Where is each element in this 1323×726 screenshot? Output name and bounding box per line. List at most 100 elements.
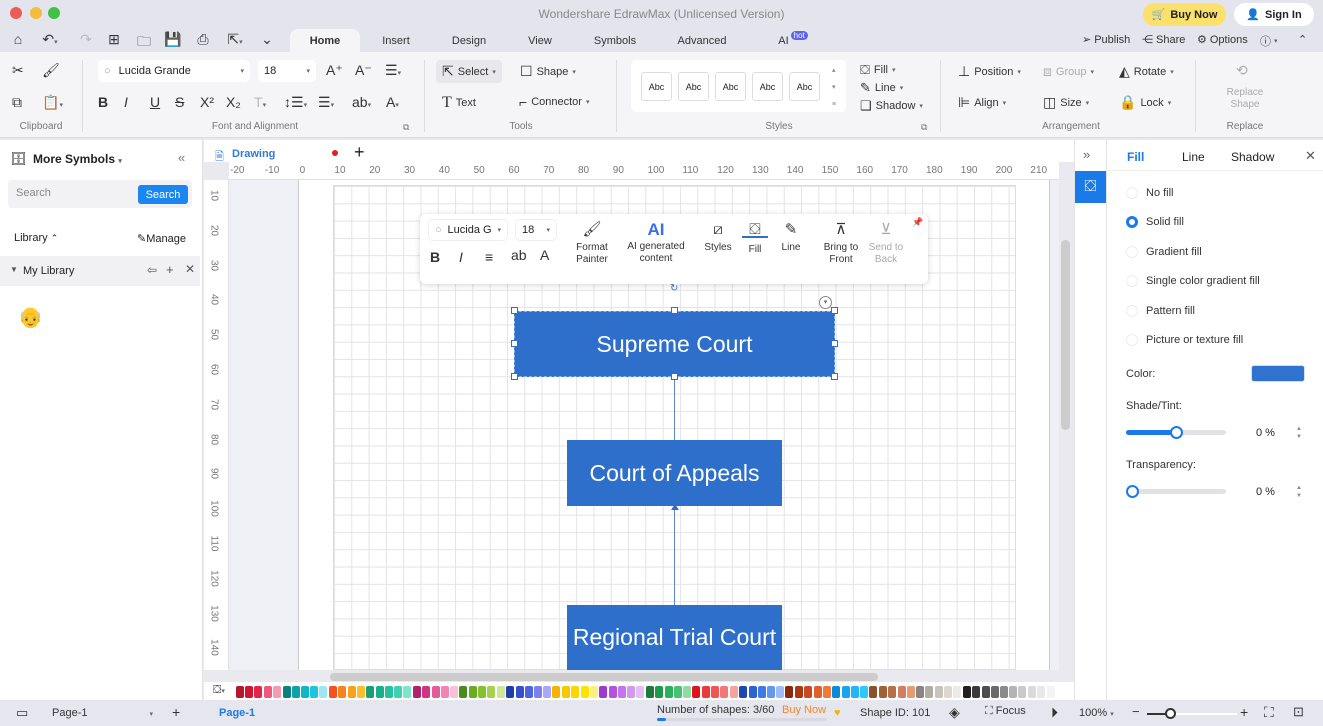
palette-swatch[interactable] <box>1018 686 1027 698</box>
palette-swatch[interactable] <box>543 686 552 698</box>
tab-fill[interactable]: Fill <box>1127 150 1144 164</box>
replace-shape-icon[interactable]: ⟲ <box>1236 62 1248 79</box>
text-tool[interactable]: T Text <box>442 94 476 112</box>
palette-swatch[interactable] <box>664 686 673 698</box>
pin-icon[interactable]: 📌 <box>912 217 923 228</box>
style-swatch[interactable]: Abc <box>678 72 709 101</box>
play-icon[interactable]: ⏵ <box>1051 704 1058 721</box>
palette-swatch[interactable] <box>683 686 691 698</box>
ft-bring-front[interactable]: ⊼ Bring to Front <box>818 222 864 266</box>
tab-ai[interactable]: AI hot <box>768 29 818 52</box>
resize-handle[interactable] <box>831 340 838 347</box>
palette-swatch[interactable] <box>291 686 300 698</box>
transparency-slider-track[interactable] <box>1126 489 1226 494</box>
palette-swatch[interactable] <box>589 686 598 698</box>
palette-swatch[interactable] <box>618 686 626 698</box>
palette-swatch[interactable] <box>776 686 785 698</box>
align-icon[interactable]: ☰▾ <box>385 62 401 79</box>
fit-width-icon[interactable]: ⊡ <box>1293 704 1304 720</box>
palette-swatch[interactable] <box>804 686 813 698</box>
gallery-scroll[interactable]: ▴ ▾ ≡ <box>832 62 836 113</box>
ft-format-painter[interactable]: 🖌 Format Painter <box>570 222 614 266</box>
palette-swatch[interactable] <box>236 686 244 698</box>
resize-handle[interactable] <box>671 373 678 380</box>
palette-swatch[interactable] <box>450 686 458 698</box>
palette-swatch[interactable] <box>851 686 859 698</box>
align-button[interactable]: ⊫ Align ▾ <box>958 94 1006 111</box>
palette-swatch[interactable] <box>571 686 580 698</box>
palette-swatch[interactable] <box>356 686 365 698</box>
palette-swatch[interactable] <box>720 686 729 698</box>
connector-line[interactable] <box>674 378 675 440</box>
palette-swatch[interactable] <box>971 686 980 698</box>
ft-align-icon[interactable]: ≡ <box>485 249 493 265</box>
document-tab-drawing[interactable]: Drawing <box>232 148 275 160</box>
shape-menu-icon[interactable]: ▾ <box>819 296 832 309</box>
palette-swatch[interactable] <box>562 686 571 698</box>
undo-icon[interactable]: ↶▾ <box>40 31 60 48</box>
size-button[interactable]: ◫ Size ▾ <box>1043 94 1089 111</box>
palette-swatch[interactable] <box>608 686 617 698</box>
vertical-scrollbar[interactable] <box>1061 240 1070 430</box>
style-swatch[interactable]: Abc <box>715 72 746 101</box>
shade-slider-knob[interactable] <box>1170 426 1183 439</box>
palette-swatch[interactable] <box>832 686 840 698</box>
resize-handle[interactable] <box>831 307 838 314</box>
palette-swatch[interactable] <box>524 686 533 698</box>
palette-swatch[interactable] <box>366 686 374 698</box>
select-tool[interactable]: ⇱ Select ▾ <box>436 60 502 83</box>
palette-swatch[interactable] <box>1009 686 1018 698</box>
palette-swatch[interactable] <box>1037 686 1046 698</box>
old-man-symbol[interactable]: 👴 <box>18 305 43 330</box>
palette-swatch[interactable] <box>888 686 897 698</box>
superscript-icon[interactable]: X² <box>200 94 214 110</box>
palette-swatch[interactable] <box>757 686 766 698</box>
font-color-icon[interactable]: A▾ <box>386 94 399 110</box>
ft-line[interactable]: ✎ Line <box>776 222 806 254</box>
style-swatch[interactable]: Abc <box>641 72 672 101</box>
import-icon[interactable]: ⇦ <box>147 263 157 277</box>
ft-send-back[interactable]: ⊻ Send to Back <box>864 222 908 266</box>
palette-swatch[interactable] <box>385 686 393 698</box>
ft-size-select[interactable]: 18 ▾ <box>515 219 557 241</box>
transparency-stepper[interactable]: ▲ ▼ <box>1296 484 1302 500</box>
style-swatch[interactable]: Abc <box>752 72 783 101</box>
palette-swatch[interactable] <box>822 686 831 698</box>
paste-icon[interactable]: 📋▾ <box>42 94 63 111</box>
palette-swatch[interactable] <box>580 686 589 698</box>
palette-swatch[interactable] <box>301 686 309 698</box>
palette-swatch[interactable] <box>692 686 701 698</box>
palette-swatch[interactable] <box>412 686 421 698</box>
format-painter-icon[interactable]: 🖌 <box>42 62 60 79</box>
subscript-icon[interactable]: X₂ <box>226 94 241 110</box>
palette-swatch[interactable] <box>953 686 962 698</box>
palette-swatch[interactable] <box>645 686 654 698</box>
decrease-font-icon[interactable]: A⁻ <box>355 62 372 79</box>
dialog-launcher-icon[interactable]: ⧉ <box>921 122 927 133</box>
palette-swatch[interactable] <box>478 686 487 698</box>
palette-swatch[interactable] <box>310 686 319 698</box>
font-size-select[interactable]: 18 ▾ <box>258 60 316 82</box>
fill-bucket-icon[interactable]: ⛋▾ <box>213 684 225 697</box>
palette-swatch[interactable] <box>813 686 822 698</box>
tab-symbols[interactable]: Symbols <box>590 29 640 52</box>
home-icon[interactable]: ⌂ <box>8 31 28 47</box>
rotate-button[interactable]: ◭ Rotate ▾ <box>1119 63 1174 80</box>
palette-swatch[interactable] <box>552 686 561 698</box>
palette-swatch[interactable] <box>990 686 999 698</box>
fullscreen-icon[interactable]: ⛶ <box>1264 704 1274 721</box>
palette-swatch[interactable] <box>878 686 887 698</box>
ft-italic-icon[interactable]: I <box>459 249 463 265</box>
position-button[interactable]: ⊥ Position ▾ <box>958 63 1021 80</box>
tab-line[interactable]: Line <box>1182 150 1205 164</box>
palette-swatch[interactable] <box>1028 686 1037 698</box>
resize-handle[interactable] <box>511 373 518 380</box>
palette-swatch[interactable] <box>319 686 328 698</box>
palette-swatch[interactable] <box>925 686 934 698</box>
tab-home[interactable]: Home <box>290 29 360 52</box>
strikethrough-icon[interactable]: S <box>175 94 184 110</box>
palette-swatch[interactable] <box>711 686 720 698</box>
tab-shadow[interactable]: Shadow <box>1231 150 1274 164</box>
copy-icon[interactable]: ⧉ <box>12 94 22 111</box>
palette-swatch[interactable] <box>459 686 468 698</box>
